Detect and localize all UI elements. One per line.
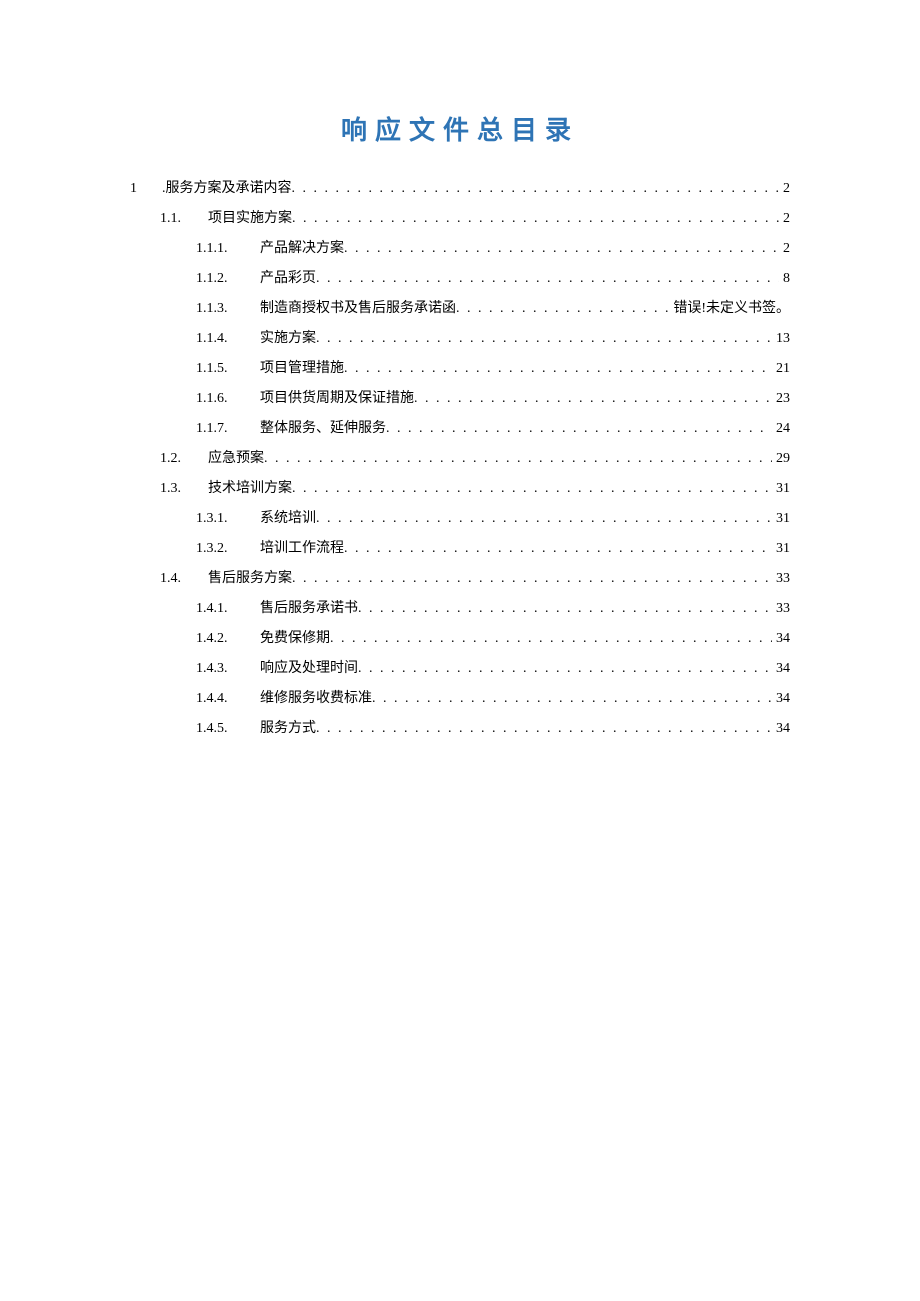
toc-entry[interactable]: 1.1.2.产品彩页 8	[130, 265, 790, 293]
toc-dot-leader	[292, 475, 772, 503]
toc-entry-number: 1.4.4.	[196, 685, 260, 713]
toc-entry-page: 31	[772, 475, 790, 503]
toc-entry-label: 整体服务、延伸服务	[260, 415, 386, 443]
toc-dot-leader	[292, 565, 772, 593]
toc-entry-label: .服务方案及承诺内容	[162, 175, 292, 203]
toc-entry-number: 1	[130, 175, 162, 203]
toc-entry-label: 项目管理措施	[260, 355, 344, 383]
toc-dot-leader	[316, 265, 779, 293]
toc-entry-page: 33	[772, 595, 790, 623]
toc-entry-page: 34	[772, 685, 790, 713]
toc-entry-number: 1.4.	[160, 565, 208, 593]
toc-entry[interactable]: 1.1.项目实施方案 2	[130, 205, 790, 233]
toc-entry-label: 响应及处理时间	[260, 655, 358, 683]
toc-entry-number: 1.2.	[160, 445, 208, 473]
toc-dot-leader	[330, 625, 772, 653]
toc-entry[interactable]: 1.1.3.制造商授权书及售后服务承诺函 错误!未定义书签。	[130, 295, 790, 323]
toc-dot-leader	[316, 325, 772, 353]
toc-entry-page: 8	[779, 265, 790, 293]
toc-entry-number: 1.1.2.	[196, 265, 260, 293]
toc-entry-page: 2	[779, 175, 790, 203]
toc-entry-number: 1.4.3.	[196, 655, 260, 683]
toc-entry[interactable]: 1.3.2.培训工作流程 31	[130, 535, 790, 563]
toc-entry-label: 免费保修期	[260, 625, 330, 653]
toc-entry[interactable]: 1.1.5.项目管理措施 21	[130, 355, 790, 383]
table-of-contents: 1.服务方案及承诺内容21.1.项目实施方案21.1.1.产品解决方案21.1.…	[130, 175, 790, 743]
toc-entry-number: 1.1.3.	[196, 295, 260, 323]
toc-entry-page: 31	[772, 535, 790, 563]
toc-entry-page: 2	[779, 235, 790, 263]
page-title: 响应文件总目录	[130, 110, 790, 147]
toc-dot-leader	[358, 655, 772, 683]
toc-entry[interactable]: 1.4.售后服务方案 33	[130, 565, 790, 593]
toc-entry-page: 23	[772, 385, 790, 413]
toc-dot-leader	[344, 235, 779, 263]
toc-dot-leader	[414, 385, 772, 413]
toc-entry[interactable]: 1.4.5.服务方式 34	[130, 715, 790, 743]
toc-dot-leader	[372, 685, 772, 713]
toc-entry-page: 29	[772, 445, 790, 473]
toc-entry-number: 1.1.6.	[196, 385, 260, 413]
toc-entry-label: 项目实施方案	[208, 205, 292, 233]
toc-entry-label: 服务方式	[260, 715, 316, 743]
toc-entry-number: 1.4.2.	[196, 625, 260, 653]
toc-entry-page: 13	[772, 325, 790, 353]
toc-dot-leader	[344, 355, 772, 383]
toc-entry[interactable]: 1.1.1.产品解决方案 2	[130, 235, 790, 263]
toc-dot-leader	[292, 205, 779, 233]
toc-dot-leader	[358, 595, 772, 623]
toc-entry[interactable]: 1.4.3.响应及处理时间 34	[130, 655, 790, 683]
toc-entry-number: 1.3.2.	[196, 535, 260, 563]
toc-entry-page: 错误!未定义书签。	[669, 295, 790, 323]
toc-entry-label: 维修服务收费标准	[260, 685, 372, 713]
toc-entry[interactable]: 1.4.2.免费保修期 34	[130, 625, 790, 653]
toc-entry-label: 产品彩页	[260, 265, 316, 293]
toc-entry-label: 系统培训	[260, 505, 316, 533]
toc-entry-label: 制造商授权书及售后服务承诺函	[260, 295, 456, 323]
toc-entry-number: 1.1.7.	[196, 415, 260, 443]
toc-entry-number: 1.1.5.	[196, 355, 260, 383]
toc-entry-number: 1.1.	[160, 205, 208, 233]
toc-entry-page: 34	[772, 655, 790, 683]
toc-dot-leader	[264, 445, 772, 473]
toc-entry-label: 培训工作流程	[260, 535, 344, 563]
toc-entry-label: 售后服务方案	[208, 565, 292, 593]
toc-entry[interactable]: 1.1.6.项目供货周期及保证措施 23	[130, 385, 790, 413]
toc-entry[interactable]: 1.2.应急预案 29	[130, 445, 790, 473]
toc-entry-label: 实施方案	[260, 325, 316, 353]
toc-entry-number: 1.3.1.	[196, 505, 260, 533]
toc-dot-leader	[316, 505, 772, 533]
toc-dot-leader	[292, 175, 780, 203]
toc-entry-number: 1.4.5.	[196, 715, 260, 743]
toc-dot-leader	[316, 715, 772, 743]
toc-entry-number: 1.1.4.	[196, 325, 260, 353]
toc-entry[interactable]: 1.3.1.系统培训 31	[130, 505, 790, 533]
toc-entry-page: 31	[772, 505, 790, 533]
toc-entry-page: 21	[772, 355, 790, 383]
toc-entry[interactable]: 1.4.4.维修服务收费标准 34	[130, 685, 790, 713]
toc-entry-page: 33	[772, 565, 790, 593]
toc-entry[interactable]: 1.3.技术培训方案 31	[130, 475, 790, 503]
toc-entry-label: 项目供货周期及保证措施	[260, 385, 414, 413]
toc-entry-page: 24	[772, 415, 790, 443]
toc-entry-number: 1.1.1.	[196, 235, 260, 263]
toc-entry[interactable]: 1.1.7.整体服务、延伸服务 24	[130, 415, 790, 443]
toc-dot-leader	[456, 295, 669, 323]
toc-entry-page: 34	[772, 625, 790, 653]
toc-entry-label: 产品解决方案	[260, 235, 344, 263]
toc-entry-label: 技术培训方案	[208, 475, 292, 503]
toc-entry[interactable]: 1.4.1.售后服务承诺书 33	[130, 595, 790, 623]
toc-dot-leader	[344, 535, 772, 563]
toc-entry-page: 2	[779, 205, 790, 233]
toc-entry-number: 1.3.	[160, 475, 208, 503]
toc-entry[interactable]: 1.服务方案及承诺内容 2	[130, 175, 790, 203]
toc-entry-page: 34	[772, 715, 790, 743]
toc-entry-label: 售后服务承诺书	[260, 595, 358, 623]
toc-entry-label: 应急预案	[208, 445, 264, 473]
toc-entry[interactable]: 1.1.4.实施方案 13	[130, 325, 790, 353]
toc-entry-number: 1.4.1.	[196, 595, 260, 623]
toc-dot-leader	[386, 415, 772, 443]
